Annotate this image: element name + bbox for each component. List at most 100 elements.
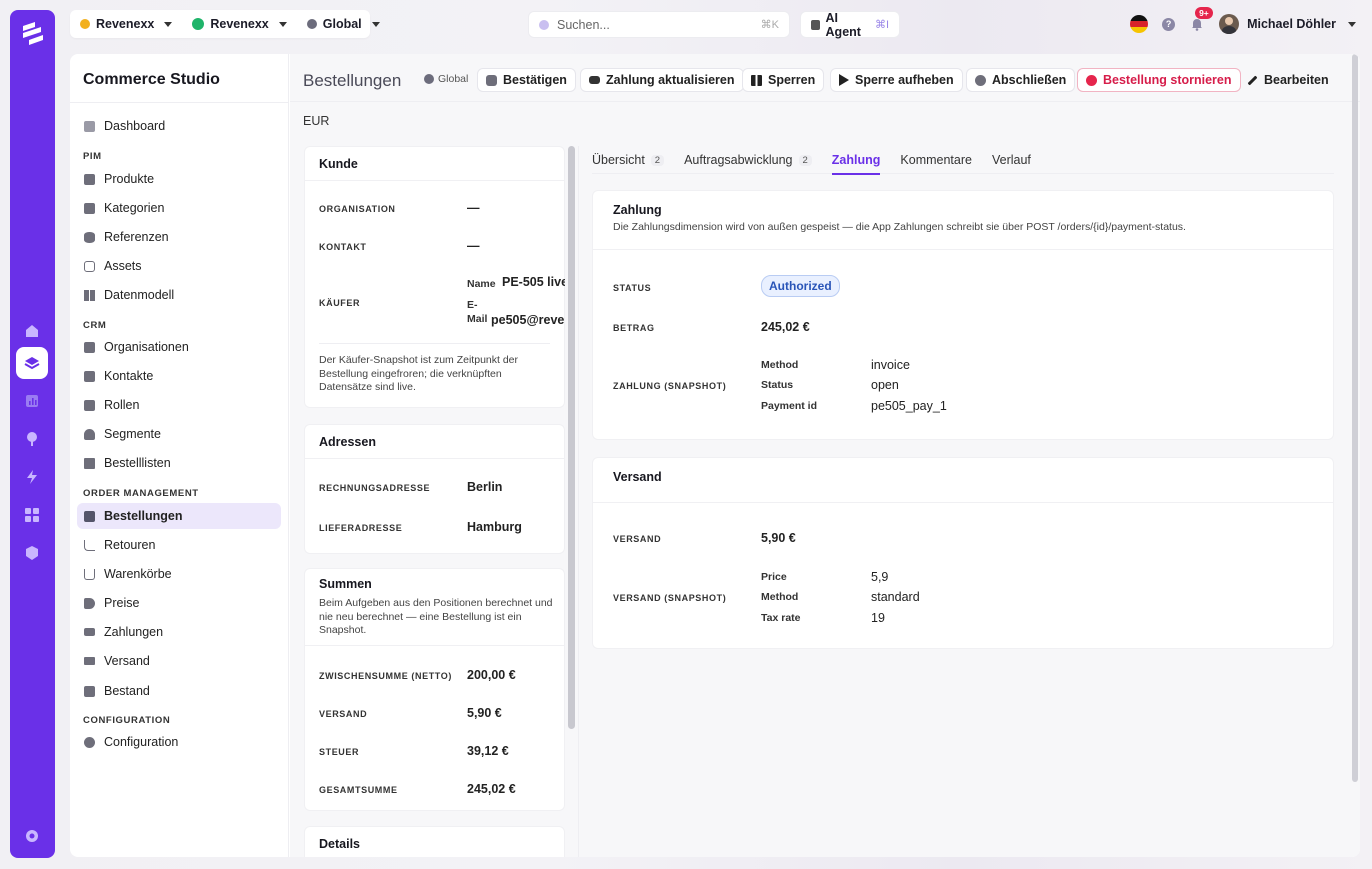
divider: [593, 502, 1333, 503]
sidebar-item-label: Referenzen: [104, 230, 169, 244]
contact-label: KONTAKT: [319, 242, 367, 252]
context-switcher: Revenexx Revenexx Global: [70, 10, 380, 38]
layers-icon[interactable]: [16, 347, 48, 379]
sidebar-item-bestelllisten[interactable]: Bestelllisten: [77, 450, 281, 476]
payment-status2-label: Status: [761, 379, 794, 391]
sidebar-item-organisationen[interactable]: Organisationen: [77, 334, 281, 360]
tab-fulfillment[interactable]: Auftragsabwicklung 2: [684, 146, 822, 174]
grid-icon: [84, 289, 95, 301]
contact-icon: [84, 370, 95, 382]
sidebar-item-label: Preise: [104, 596, 140, 610]
complete-button[interactable]: Abschließen: [966, 68, 1076, 92]
sidebar-item-warenkoerbe[interactable]: Warenkörbe: [77, 561, 281, 587]
order-tabs-panel: Übersicht 2 Auftragsabwicklung 2 Zahlung…: [578, 146, 1360, 857]
edit-button[interactable]: Bearbeiten: [1238, 68, 1338, 92]
shipping-label: VERSAND: [613, 534, 662, 544]
payment-description: Die Zahlungsdimension wird von außen ges…: [613, 221, 1186, 233]
divider: [593, 249, 1333, 250]
payment-method-value: invoice: [871, 358, 910, 372]
sidebar-item-zahlungen[interactable]: Zahlungen: [77, 619, 281, 645]
left-column-scrollbar[interactable]: [568, 146, 575, 729]
button-label: Sperren: [768, 73, 816, 87]
tenant-name: Revenexx: [96, 17, 155, 31]
topbar: Revenexx Revenexx Global Suchen... ⌘K AI…: [70, 7, 1362, 40]
sidebar-item-kontakte[interactable]: Kontakte: [77, 363, 281, 389]
user-menu[interactable]: Michael Döhler: [1219, 14, 1362, 34]
pin-icon[interactable]: [16, 423, 48, 455]
sidebar-item-label: Rollen: [104, 398, 140, 412]
sidebar-item-versand[interactable]: Versand: [77, 648, 281, 674]
scope-label: Global: [438, 73, 469, 85]
page-scrollbar[interactable]: [1352, 54, 1358, 782]
sidebar-item-bestand[interactable]: Bestand: [77, 678, 281, 704]
update-payment-button[interactable]: Zahlung aktualisieren: [580, 68, 744, 92]
sidebar-item-retouren[interactable]: Retouren: [77, 532, 281, 558]
lock-button[interactable]: Sperren: [742, 68, 825, 92]
payment-snapshot-label: ZAHLUNG (SNAPSHOT): [613, 381, 727, 391]
language-flag-icon[interactable]: [1130, 15, 1149, 33]
home-icon[interactable]: [16, 315, 48, 347]
sidebar-item-dashboard[interactable]: Dashboard: [77, 113, 281, 139]
help-icon[interactable]: ?: [1162, 17, 1176, 31]
sidebar-item-preise[interactable]: Preise: [77, 590, 281, 616]
sidebar-item-kategorien[interactable]: Kategorien: [77, 195, 281, 221]
check-icon: [486, 74, 497, 86]
button-label: Sperre aufheben: [855, 73, 954, 87]
search-input[interactable]: Suchen... ⌘K: [528, 11, 790, 38]
tab-count-badge: 2: [798, 154, 812, 166]
customer-card: Kunde ORGANISATION — KONTAKT — KÄUFER Na…: [304, 146, 565, 408]
shipping-method-label: Method: [761, 591, 799, 603]
shipping-total-label: VERSAND: [319, 709, 368, 719]
unlock-button[interactable]: Sperre aufheben: [830, 68, 963, 92]
totals-note: Beim Aufgeben aus den Positionen berechn…: [319, 597, 553, 636]
workspace-selector[interactable]: Revenexx: [182, 10, 296, 38]
tab-history[interactable]: Verlauf: [992, 146, 1041, 174]
app-logo-icon[interactable]: [19, 20, 47, 48]
tab-overview[interactable]: Übersicht 2: [592, 146, 674, 174]
sidebar-item-configuration[interactable]: Configuration: [77, 729, 281, 755]
workspace-name: Revenexx: [210, 17, 269, 31]
tab-comments[interactable]: Kommentare: [900, 146, 982, 174]
confirm-button[interactable]: Bestätigen: [477, 68, 576, 92]
sidebar-item-rollen[interactable]: Rollen: [77, 392, 281, 418]
sidebar-item-label: Kategorien: [104, 201, 165, 215]
ai-agent-button[interactable]: AI Agent ⌘I: [800, 11, 900, 39]
button-label: Bearbeiten: [1264, 73, 1329, 87]
tab-payment[interactable]: Zahlung: [831, 146, 891, 175]
notifications-bell-icon[interactable]: 9+: [1189, 7, 1213, 32]
addresses-card: Adressen RECHNUNGSADRESSE Berlin LIEFERA…: [304, 424, 565, 554]
card-title: Details: [319, 837, 360, 851]
sidebar-item-label: Dashboard: [104, 119, 166, 133]
role-icon: [84, 399, 95, 411]
sidebar-item-label: Versand: [104, 654, 150, 668]
sidebar-item-segmente[interactable]: Segmente: [77, 421, 281, 447]
scope-selector[interactable]: Global: [297, 10, 390, 38]
sidebar-item-referenzen[interactable]: Referenzen: [77, 224, 281, 250]
avatar: [1219, 14, 1240, 34]
shipping-total-value: 5,90 €: [467, 706, 502, 720]
buyer-label: KÄUFER: [319, 298, 361, 308]
sidebar-item-label: Datenmodell: [104, 288, 175, 302]
app-rail: [10, 10, 55, 858]
buyer-email-label-1: E-: [467, 299, 478, 311]
sidebar-item-produkte[interactable]: Produkte: [77, 166, 281, 192]
workspace-dot-icon: [192, 18, 205, 30]
subtotal-label: ZWISCHENSUMME (NETTO): [319, 671, 452, 681]
analytics-icon[interactable]: [16, 385, 48, 417]
tenant-selector[interactable]: Revenexx: [70, 10, 182, 38]
apps-grid-icon[interactable]: [16, 499, 48, 531]
sidebar-item-datenmodell[interactable]: Datenmodell: [77, 282, 281, 308]
topbar-right: ? 9+ Michael Döhler: [1130, 7, 1362, 38]
payment-amount-label: BETRAG: [613, 323, 655, 333]
cube-icon[interactable]: [16, 537, 48, 569]
lightning-icon[interactable]: [16, 461, 48, 493]
sidebar-item-bestellungen[interactable]: Bestellungen: [77, 503, 281, 529]
tab-label: Kommentare: [900, 153, 972, 167]
sidebar-item-label: Warenkörbe: [104, 567, 172, 581]
shipping-price-label: Price: [761, 571, 787, 583]
buyer-email-label-2: Mail: [467, 313, 488, 325]
settings-gear-icon[interactable]: [16, 820, 48, 852]
sidebar-item-assets[interactable]: Assets: [77, 253, 281, 279]
cancel-order-button[interactable]: Bestellung stornieren: [1077, 68, 1241, 92]
credit-card-icon: [589, 76, 600, 84]
